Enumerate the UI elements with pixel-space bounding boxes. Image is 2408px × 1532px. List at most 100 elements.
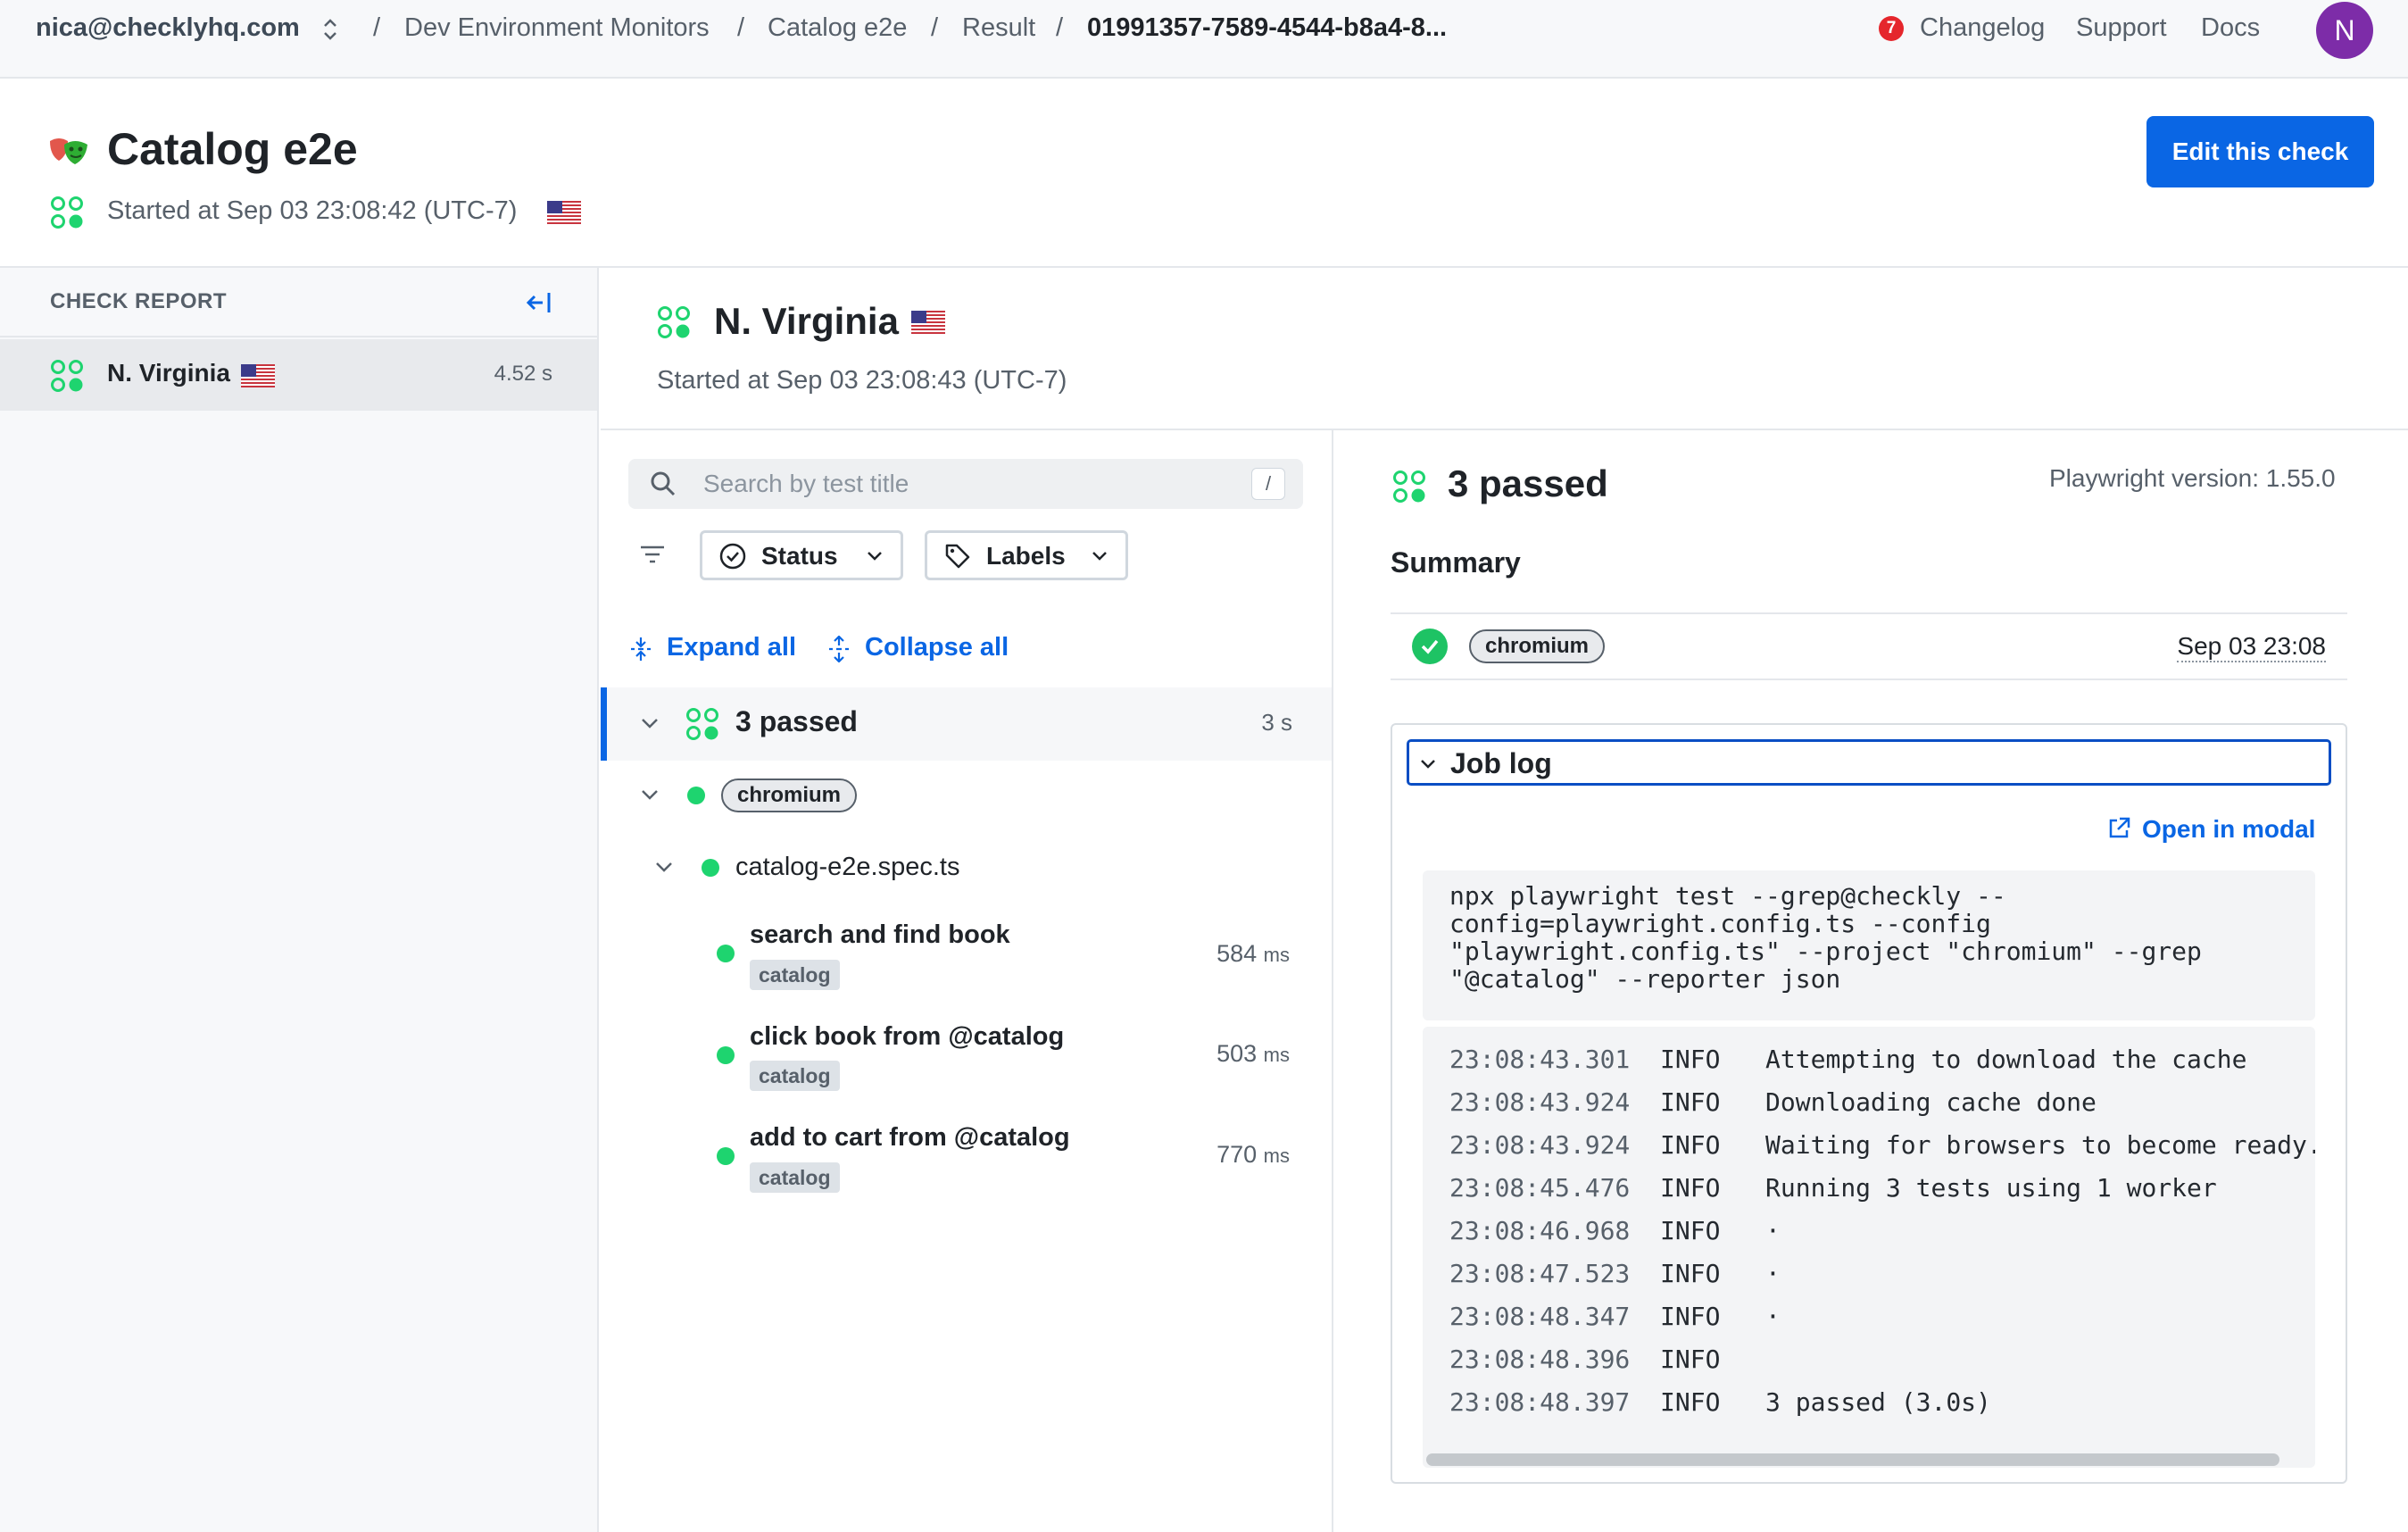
project-pill: chromium [721,778,857,812]
breadcrumb-result-id: 01991357-7589-4544-b8a4-8... [1087,13,1448,42]
chevron-down-icon [639,714,660,734]
command-line: config=playwright.config.ts --config [1449,909,1991,938]
test-tag: catalog [750,960,840,990]
test-title: click book from @catalog [750,1022,1065,1051]
labels-filter-dropdown[interactable]: Labels [925,530,1128,580]
chevron-up-down-icon[interactable] [320,16,341,43]
sidebar-item-label: N. Virginia [107,359,230,387]
check-circle-icon [718,542,747,570]
edit-check-button[interactable]: Edit this check [2146,116,2374,187]
playwright-version: Playwright version: 1.55.0 [2049,464,2336,492]
status-filter-label: Status [761,542,838,570]
breadcrumb-check[interactable]: Catalog e2e [768,13,907,43]
job-log-title: Job log [1450,747,1552,779]
breadcrumb-group[interactable]: Dev Environment Monitors [404,13,710,43]
changelog-link[interactable]: Changelog [1920,13,2045,43]
suite-title: 3 passed [735,705,858,737]
us-flag-icon [547,201,581,224]
log-line: 23:08:43.924 INFO Downloading cache done [1449,1087,2097,1117]
status-passed-icon [50,359,84,393]
top-bar: nica@checklyhq.com / Dev Environment Mon… [0,0,2408,79]
summary-date: Sep 03 23:08 [2177,632,2326,662]
chevron-down-icon[interactable] [639,786,660,805]
breadcrumb-separator: / [737,13,745,42]
log-line: 23:08:46.968 INFO · [1449,1216,1781,1245]
status-passed-icon [1392,470,1426,504]
expand-all-button[interactable]: Expand all [667,633,796,662]
chevron-down-icon [1090,545,1109,565]
changelog-count-badge: 7 [1879,16,1904,41]
breadcrumb-result[interactable]: Result [962,13,1035,43]
avatar[interactable]: N [2316,2,2373,59]
status-dot [717,1147,735,1165]
log-line: 23:08:48.397 INFO 3 passed (3.0s) [1449,1387,1991,1417]
summary-row: chromium Sep 03 23:08 [1391,612,2347,680]
labels-filter-label: Labels [986,542,1066,570]
test-title: search and find book [750,920,1010,949]
job-log-toggle[interactable]: Job log [1407,739,2331,786]
test-search-input[interactable]: Search by test title / [628,459,1303,509]
collapse-sidebar-icon[interactable] [525,289,553,316]
summary-heading: Summary [1391,546,1521,579]
collapse-icon [826,636,851,662]
log-line: 23:08:43.924 INFO Waiting for browsers t… [1449,1130,2315,1160]
test-tag: catalog [750,1162,840,1193]
result-title: 3 passed [1448,462,1608,504]
support-link[interactable]: Support [2076,13,2167,43]
spec-file-name[interactable]: catalog-e2e.spec.ts [735,853,959,882]
account-switcher[interactable]: nica@checklyhq.com [36,13,300,43]
chevron-down-icon [1418,755,1438,773]
open-in-modal-button[interactable]: Open in modal [2142,815,2315,844]
check-report-sidebar: CHECK REPORT N. Virginia 4.52 s [0,268,599,1532]
expand-icon [628,636,653,662]
breadcrumb-separator: / [1056,13,1064,42]
search-shortcut-key: / [1251,468,1285,500]
search-icon [650,470,677,497]
us-flag-icon [911,311,945,334]
command-line: "playwright.config.ts" --project "chromi… [1449,937,2202,966]
log-line: 23:08:47.523 INFO · [1449,1259,1781,1288]
suite-row[interactable]: 3 passed 3 s [601,687,1332,761]
horizontal-scrollbar[interactable] [1423,1448,2315,1468]
breadcrumb-separator: / [373,13,381,42]
sidebar-item-n-virginia[interactable]: N. Virginia 4.52 s [0,339,597,411]
status-passed-icon [685,707,719,741]
playwright-icon [48,134,89,166]
sidebar-header: CHECK REPORT [0,268,597,337]
region-started-at: Started at Sep 03 23:08:43 (UTC-7) [657,366,1067,395]
sidebar-item-duration: 4.52 s [494,362,552,386]
log-line: 23:08:48.396 INFO [1449,1345,1721,1374]
status-dot [717,1046,735,1064]
status-dot [687,787,705,804]
search-placeholder: Search by test title [703,470,909,497]
docs-link[interactable]: Docs [2201,13,2260,43]
passed-check-icon [1412,629,1448,664]
collapse-all-button[interactable]: Collapse all [865,633,1009,662]
status-filter-dropdown[interactable]: Status [700,530,903,580]
breadcrumb-separator: / [931,13,939,42]
project-pill: chromium [1469,629,1605,663]
test-duration: 770 ms [1216,1141,1290,1168]
chevron-down-icon [865,545,884,565]
page-title: Catalog e2e [107,124,358,174]
test-tag: catalog [750,1061,840,1091]
status-passed-icon [50,196,84,229]
status-dot [717,945,735,962]
region-title: N. Virginia [714,300,899,342]
test-duration: 584 ms [1216,940,1290,967]
log-line: 23:08:45.476 INFO Running 3 tests using … [1449,1173,2217,1203]
check-started-at: Started at Sep 03 23:08:42 (UTC-7) [107,196,518,225]
test-title: add to cart from @catalog [750,1123,1070,1152]
divider [601,429,2408,430]
command-line: npx playwright test --grep@checkly -- [1449,881,2006,911]
command-block: npx playwright test --grep@checkly -- co… [1423,870,2315,1020]
log-output: 23:08:43.301 INFO Attempting to download… [1423,1027,2315,1468]
filter-icon[interactable] [639,543,666,566]
chevron-down-icon[interactable] [653,858,675,878]
tag-icon [943,542,972,570]
log-line: 23:08:43.301 INFO Attempting to download… [1449,1045,2247,1074]
external-link-icon [2106,816,2131,841]
scrollbar-thumb[interactable] [1426,1453,2279,1466]
column-divider [1332,430,1333,1532]
status-passed-icon [657,305,691,339]
